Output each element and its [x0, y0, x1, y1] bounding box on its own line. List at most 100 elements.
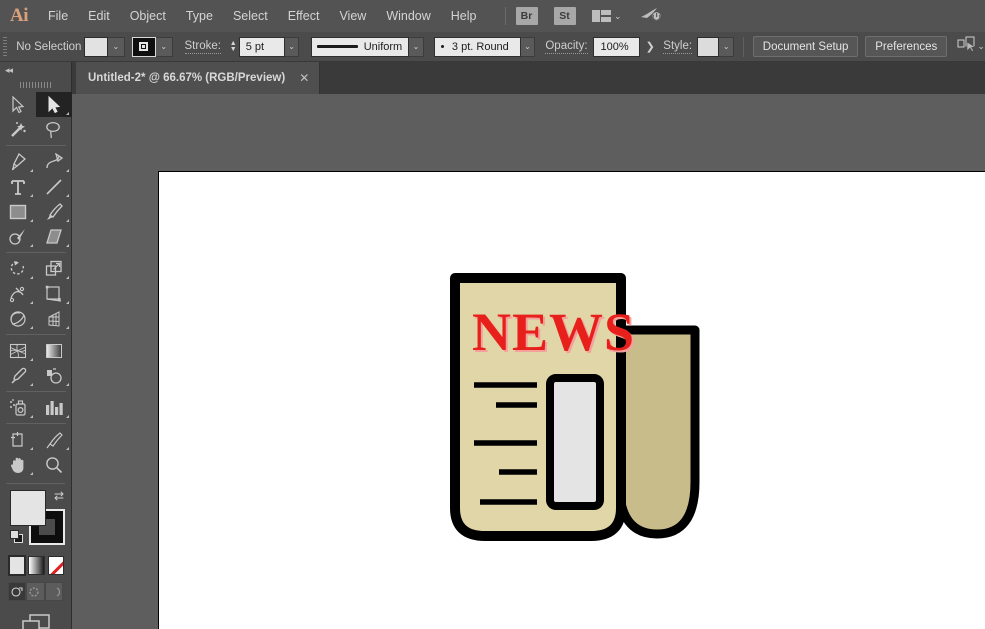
fill-swatch-group[interactable]: ⌄	[84, 37, 125, 57]
newspaper-illustration[interactable]: NEWS NEWS	[449, 272, 705, 547]
menu-select[interactable]: Select	[223, 0, 278, 32]
draw-mode-buttons	[8, 582, 63, 601]
menu-effect[interactable]: Effect	[278, 0, 330, 32]
stroke-weight-chevron-icon[interactable]: ⌄	[285, 37, 300, 57]
brush-definition-label: 3 pt. Round	[452, 41, 509, 53]
document-setup-button[interactable]: Document Setup	[753, 36, 859, 57]
document-tab-bar: Untitled-2* @ 66.67% (RGB/Preview) ✕	[0, 62, 985, 94]
type-tool[interactable]	[0, 174, 36, 199]
lasso-tool[interactable]	[36, 117, 72, 142]
menu-file[interactable]: File	[38, 0, 78, 32]
svg-text:NEWS: NEWS	[472, 302, 635, 362]
brush-definition-chevron-icon[interactable]: ⌄	[521, 37, 536, 57]
stroke-weight-label[interactable]: Stroke:	[185, 40, 221, 54]
control-panel-grip[interactable]	[3, 37, 7, 57]
zoom-tool[interactable]	[36, 452, 72, 477]
stroke-swatch-group[interactable]: ⌄	[132, 37, 173, 57]
scale-tool[interactable]	[36, 256, 72, 281]
menu-divider	[505, 7, 506, 25]
gradient-tool[interactable]	[36, 338, 72, 363]
menu-edit[interactable]: Edit	[78, 0, 120, 32]
stroke-dropdown-chevron-icon[interactable]: ⌄	[156, 37, 173, 57]
shape-builder-tool[interactable]	[0, 306, 36, 331]
swap-fill-stroke-icon[interactable]: ⇄	[54, 489, 64, 503]
perspective-grid-tool[interactable]	[36, 306, 72, 331]
shaper-tool[interactable]	[0, 224, 36, 249]
transform-options-icon[interactable]	[957, 36, 977, 57]
close-icon[interactable]: ✕	[297, 71, 311, 85]
tools-grid	[0, 92, 71, 477]
none-button[interactable]	[48, 556, 64, 575]
mesh-tool[interactable]	[0, 338, 36, 363]
menu-object[interactable]: Object	[120, 0, 176, 32]
fill-dropdown-chevron-icon[interactable]: ⌄	[108, 37, 125, 57]
direct-selection-tool[interactable]	[36, 92, 72, 117]
draw-normal-button[interactable]	[8, 582, 26, 601]
stroke-weight-stepper[interactable]: ▲▼	[228, 37, 239, 57]
menu-type[interactable]: Type	[176, 0, 223, 32]
opacity-options-arrow-icon[interactable]: ❯	[646, 40, 655, 53]
artboard[interactable]: NEWS NEWS	[158, 171, 985, 629]
blend-tool[interactable]	[36, 363, 72, 388]
menu-window[interactable]: Window	[376, 0, 440, 32]
graphic-style-swatch[interactable]	[697, 37, 719, 57]
change-screen-mode-button[interactable]	[0, 613, 71, 629]
app-logo: Ai	[0, 0, 38, 32]
fill-swatch[interactable]	[84, 37, 108, 57]
menu-help[interactable]: Help	[441, 0, 487, 32]
width-profile-select[interactable]: Uniform	[311, 37, 409, 57]
rectangle-tool[interactable]	[0, 199, 36, 224]
color-button[interactable]	[9, 556, 25, 575]
fill-color-box[interactable]	[10, 490, 46, 526]
style-chevron-icon[interactable]: ⌄	[719, 37, 734, 57]
document-canvas[interactable]: NEWS NEWS	[72, 94, 985, 629]
magic-wand-tool[interactable]	[0, 117, 36, 142]
collapse-panel-icon[interactable]: ◂◂	[5, 65, 12, 76]
hand-tool[interactable]	[0, 452, 36, 477]
pen-tool[interactable]	[0, 149, 36, 174]
bridge-button[interactable]: Br	[516, 7, 538, 25]
draw-behind-button[interactable]	[26, 582, 44, 601]
width-tool[interactable]	[0, 281, 36, 306]
artboard-tool[interactable]	[0, 427, 36, 452]
width-profile-preview-icon	[317, 45, 357, 48]
color-mode-buttons	[0, 552, 71, 575]
control-panel: No Selection ⌄ ⌄ Stroke: ▲▼ 5 pt ⌄ Unifo…	[0, 32, 985, 62]
preferences-button[interactable]: Preferences	[865, 36, 947, 57]
gradient-button[interactable]	[28, 556, 44, 575]
document-tab-title: Untitled-2* @ 66.67% (RGB/Preview)	[88, 72, 285, 84]
menu-bar: Ai File Edit Object Type Select Effect V…	[0, 0, 985, 32]
slice-tool[interactable]	[36, 427, 72, 452]
stroke-weight-input[interactable]: 5 pt	[239, 37, 285, 57]
stroke-swatch[interactable]	[132, 37, 156, 57]
control-divider	[743, 37, 744, 57]
brush-preview-icon	[441, 45, 444, 48]
symbol-sprayer-tool[interactable]	[0, 395, 36, 420]
eraser-tool[interactable]	[36, 224, 72, 249]
stock-button[interactable]: St	[554, 7, 576, 25]
line-segment-tool[interactable]	[36, 174, 72, 199]
opacity-input[interactable]: 100%	[593, 37, 639, 57]
fill-stroke-controls: ⇄	[10, 490, 71, 552]
rotate-tool[interactable]	[0, 256, 36, 281]
brush-definition-select[interactable]: 3 pt. Round	[434, 37, 521, 57]
tools-panel-header[interactable]: ◂◂	[0, 62, 71, 78]
chevron-down-icon[interactable]: ⌄	[614, 11, 622, 22]
document-tab[interactable]: Untitled-2* @ 66.67% (RGB/Preview) ✕	[76, 62, 320, 94]
tools-panel-grip[interactable]	[0, 78, 71, 92]
default-fill-stroke-icon[interactable]	[10, 530, 24, 544]
width-profile-chevron-icon[interactable]: ⌄	[409, 37, 424, 57]
menu-view[interactable]: View	[329, 0, 376, 32]
style-label[interactable]: Style:	[663, 40, 692, 54]
opacity-label[interactable]: Opacity:	[545, 40, 587, 54]
column-graph-tool[interactable]	[36, 395, 72, 420]
eyedropper-tool[interactable]	[0, 363, 36, 388]
paintbrush-tool[interactable]	[36, 199, 72, 224]
curvature-tool[interactable]	[36, 149, 72, 174]
draw-inside-button[interactable]	[45, 582, 63, 601]
selection-tool[interactable]	[0, 92, 36, 117]
search-adobe-stock-icon[interactable]	[640, 6, 662, 26]
free-transform-tool[interactable]	[36, 281, 72, 306]
arrange-documents-icon[interactable]	[592, 10, 612, 22]
transform-chevron-icon[interactable]: ⌄	[977, 41, 985, 52]
